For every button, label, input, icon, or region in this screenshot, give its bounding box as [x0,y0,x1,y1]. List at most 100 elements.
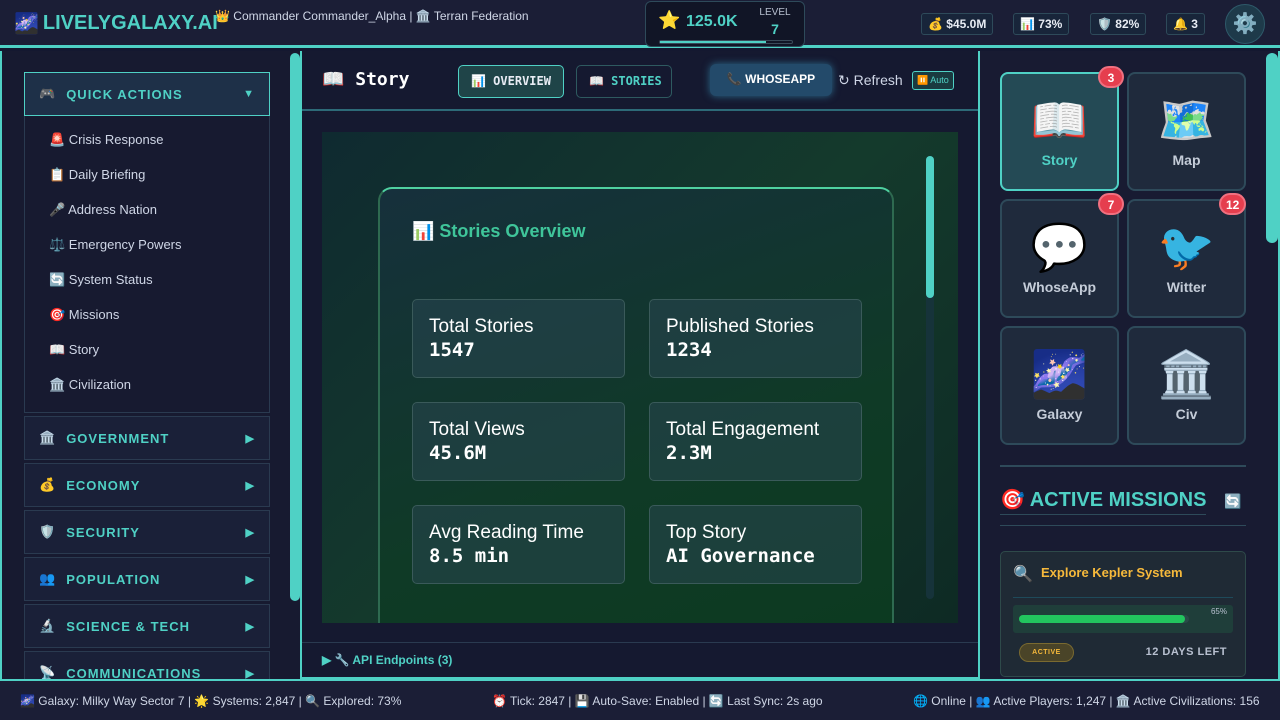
speech-bubble-icon: 💬 [1030,221,1089,273]
bird-icon: 🐦 [1157,221,1216,273]
stat-label: Avg Reading Time [429,522,584,543]
notification-badge: 7 [1098,193,1124,215]
stat-label: Top Story [666,522,747,543]
chevron-right-icon: ▶ [245,667,255,680]
quick-action-civilization[interactable]: 🏛️ Civilization [25,370,269,405]
stat-value: 45.6M [429,442,487,464]
page-title: 📖 Story [322,69,410,90]
star-icon: ⭐ [658,10,681,30]
quick-actions-header[interactable]: 🎮 QUICK ACTIONS ▼ [24,72,270,116]
mission-progress: 65% [1013,605,1233,633]
stat-label: Total Stories [429,316,534,337]
shield-icon: 🛡️ [1097,17,1112,31]
shield-icon: 🛡️ [39,524,57,539]
quick-action-missions[interactable]: 🎯 Missions [25,300,269,335]
stat-card: Total Views 45.6M [412,402,625,481]
tab-stories[interactable]: 📖 STORIES [576,65,672,98]
mission-card[interactable]: 🔍 Explore Kepler System 65% ACTIVE 12 DA… [1000,551,1246,677]
money-bag-icon: 💰 [928,17,943,31]
auto-refresh-toggle[interactable]: ⏸️ Auto [912,71,954,90]
footer-system-info: ⏰ Tick: 2847 | 💾 Auto-Save: Enabled | 🔄 … [492,694,823,708]
quick-action-address-nation[interactable]: 🎤 Address Nation [25,195,269,230]
app-civ[interactable]: 🏛️ Civ [1127,326,1246,445]
map-icon: 🗺️ [1157,94,1216,146]
stat-value: 8.5 min [429,545,510,567]
xp-panel: ⭐ 125.0K LEVEL 7 [645,1,805,47]
app-map[interactable]: 🗺️ Map [1127,72,1246,191]
whoseapp-button[interactable]: 📞 WHOSEAPP [710,64,832,96]
chevron-right-icon: ▶ [245,526,255,539]
section-label: ECONOMY [66,477,141,493]
stat-security[interactable]: 🛡️ 82% [1090,13,1147,35]
section-label: POPULATION [66,571,161,587]
sidebar-section-science-tech[interactable]: 🔬 SCIENCE & TECH ▶ [24,604,270,648]
commander-info: 👑 Commander Commander_Alpha | 🏛️ Terran … [215,9,529,23]
chevron-right-icon: ▶ [245,432,255,445]
stat-card: Published Stories 1234 [649,299,862,378]
gamepad-icon: 🎮 [39,86,57,101]
bell-icon: 🔔 [1173,17,1188,31]
section-label: GOVERNMENT [66,430,170,446]
sidebar-scrollbar[interactable] [290,53,300,601]
stat-notifications[interactable]: 🔔 3 [1166,13,1205,35]
top-bar: 🌌 LIVELYGALAXY.AI 👑 Commander Commander_A… [0,0,1280,48]
app-whoseapp[interactable]: 💬 WhoseApp [1000,199,1119,318]
stat-card: Total Stories 1547 [412,299,625,378]
stat-card: Top Story AI Governance [649,505,862,584]
money-bag-icon: 💰 [39,477,57,492]
notification-badge: 3 [1098,66,1124,88]
refresh-button[interactable]: ↻ Refresh [838,72,903,89]
status-bar: 🌌 Galaxy: Milky Way Sector 7 | 🌟 Systems… [0,679,1280,720]
sidebar-section-security[interactable]: 🛡️ SECURITY ▶ [24,510,270,554]
stat-value: 73% [1038,17,1063,31]
app-label: WhoseApp [1022,279,1097,295]
status-badge: ACTIVE [1019,643,1074,662]
tab-overview[interactable]: 📊 OVERVIEW [458,65,564,98]
app-story[interactable]: 📖 Story [1000,72,1119,191]
stat-value: $45.0M [946,17,987,31]
quick-action-system-status[interactable]: 🔄 System Status [25,265,269,300]
stat-value: 2.3M [666,442,712,464]
microscope-icon: 🔬 [39,618,57,633]
settings-button[interactable]: ⚙️ [1225,4,1265,44]
satellite-icon: 📡 [39,665,57,679]
divider [1000,525,1246,526]
chevron-right-icon: ▶ [245,620,255,633]
refresh-missions-icon[interactable]: 🔄 [1224,493,1241,510]
api-endpoints-toggle[interactable]: ▶ 🔧 API Endpoints (3) [302,642,978,677]
chart-icon: 📊 [1020,17,1035,31]
logo[interactable]: 🌌 LIVELYGALAXY.AI [14,11,218,36]
stat-label: Published Stories [666,316,814,337]
app-galaxy[interactable]: 🌌 Galaxy [1000,326,1119,445]
right-panel: 📖 Story 3 🗺️ Map 💬 WhoseApp 7 🐦 Witter 12 🌌 G… [980,51,1280,679]
section-label: SECURITY [66,524,140,540]
stat-value: 1234 [666,339,712,361]
stat-treasury[interactable]: 💰 $45.0M [921,13,994,35]
sidebar-section-communications[interactable]: 📡 COMMUNICATIONS ▶ [24,651,270,679]
chevron-right-icon: ▶ [245,479,255,492]
section-label: COMMUNICATIONS [66,665,202,680]
sidebar-section-government[interactable]: 🏛️ GOVERNMENT ▶ [24,416,270,460]
quick-action-crisis-response[interactable]: 🚨 Crisis Response [25,125,269,160]
sidebar-section-economy[interactable]: 💰 ECONOMY ▶ [24,463,270,507]
quick-action-daily-briefing[interactable]: 📋 Daily Briefing [25,160,269,195]
right-panel-scrollbar[interactable] [1266,53,1278,243]
quick-action-emergency-powers[interactable]: ⚖️ Emergency Powers [25,230,269,265]
content-area: 📊 Stories Overview Total Stories 1547 Pub… [322,132,958,623]
chevron-down-icon: ▼ [243,88,255,100]
stat-approval[interactable]: 📊 73% [1013,13,1070,35]
level-value: 7 [771,21,779,37]
missions-title: 🎯 ACTIVE MISSIONS [1000,487,1207,515]
content-scrollbar[interactable] [926,156,934,599]
quick-action-story[interactable]: 📖 Story [25,335,269,370]
stat-value: AI Governance [666,545,815,567]
chevron-right-icon: ▶ [245,573,255,586]
panel-header: 📖 Story 📊 OVERVIEW 📖 STORIES 📞 WHOSEAPP … [302,51,978,111]
app-witter[interactable]: 🐦 Witter [1127,199,1246,318]
sidebar-section-population[interactable]: 👥 POPULATION ▶ [24,557,270,601]
stat-label: Total Engagement [666,419,820,440]
overview-title: 📊 Stories Overview [412,221,586,241]
stat-value: 3 [1191,17,1198,31]
book-icon: 📖 [1030,94,1089,146]
quick-actions-list: 🚨 Crisis Response 📋 Daily Briefing 🎤 Add… [24,116,270,413]
